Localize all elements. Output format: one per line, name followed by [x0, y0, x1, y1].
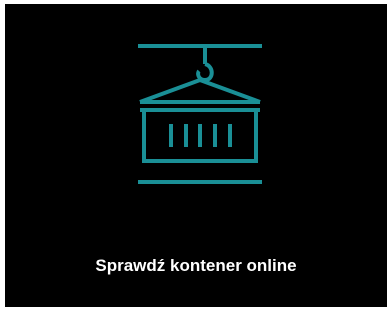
container-crane-icon [138, 44, 262, 184]
card-label: Sprawdź kontener online [95, 256, 297, 275]
check-container-online-card[interactable]: Sprawdź kontener online [5, 4, 387, 307]
